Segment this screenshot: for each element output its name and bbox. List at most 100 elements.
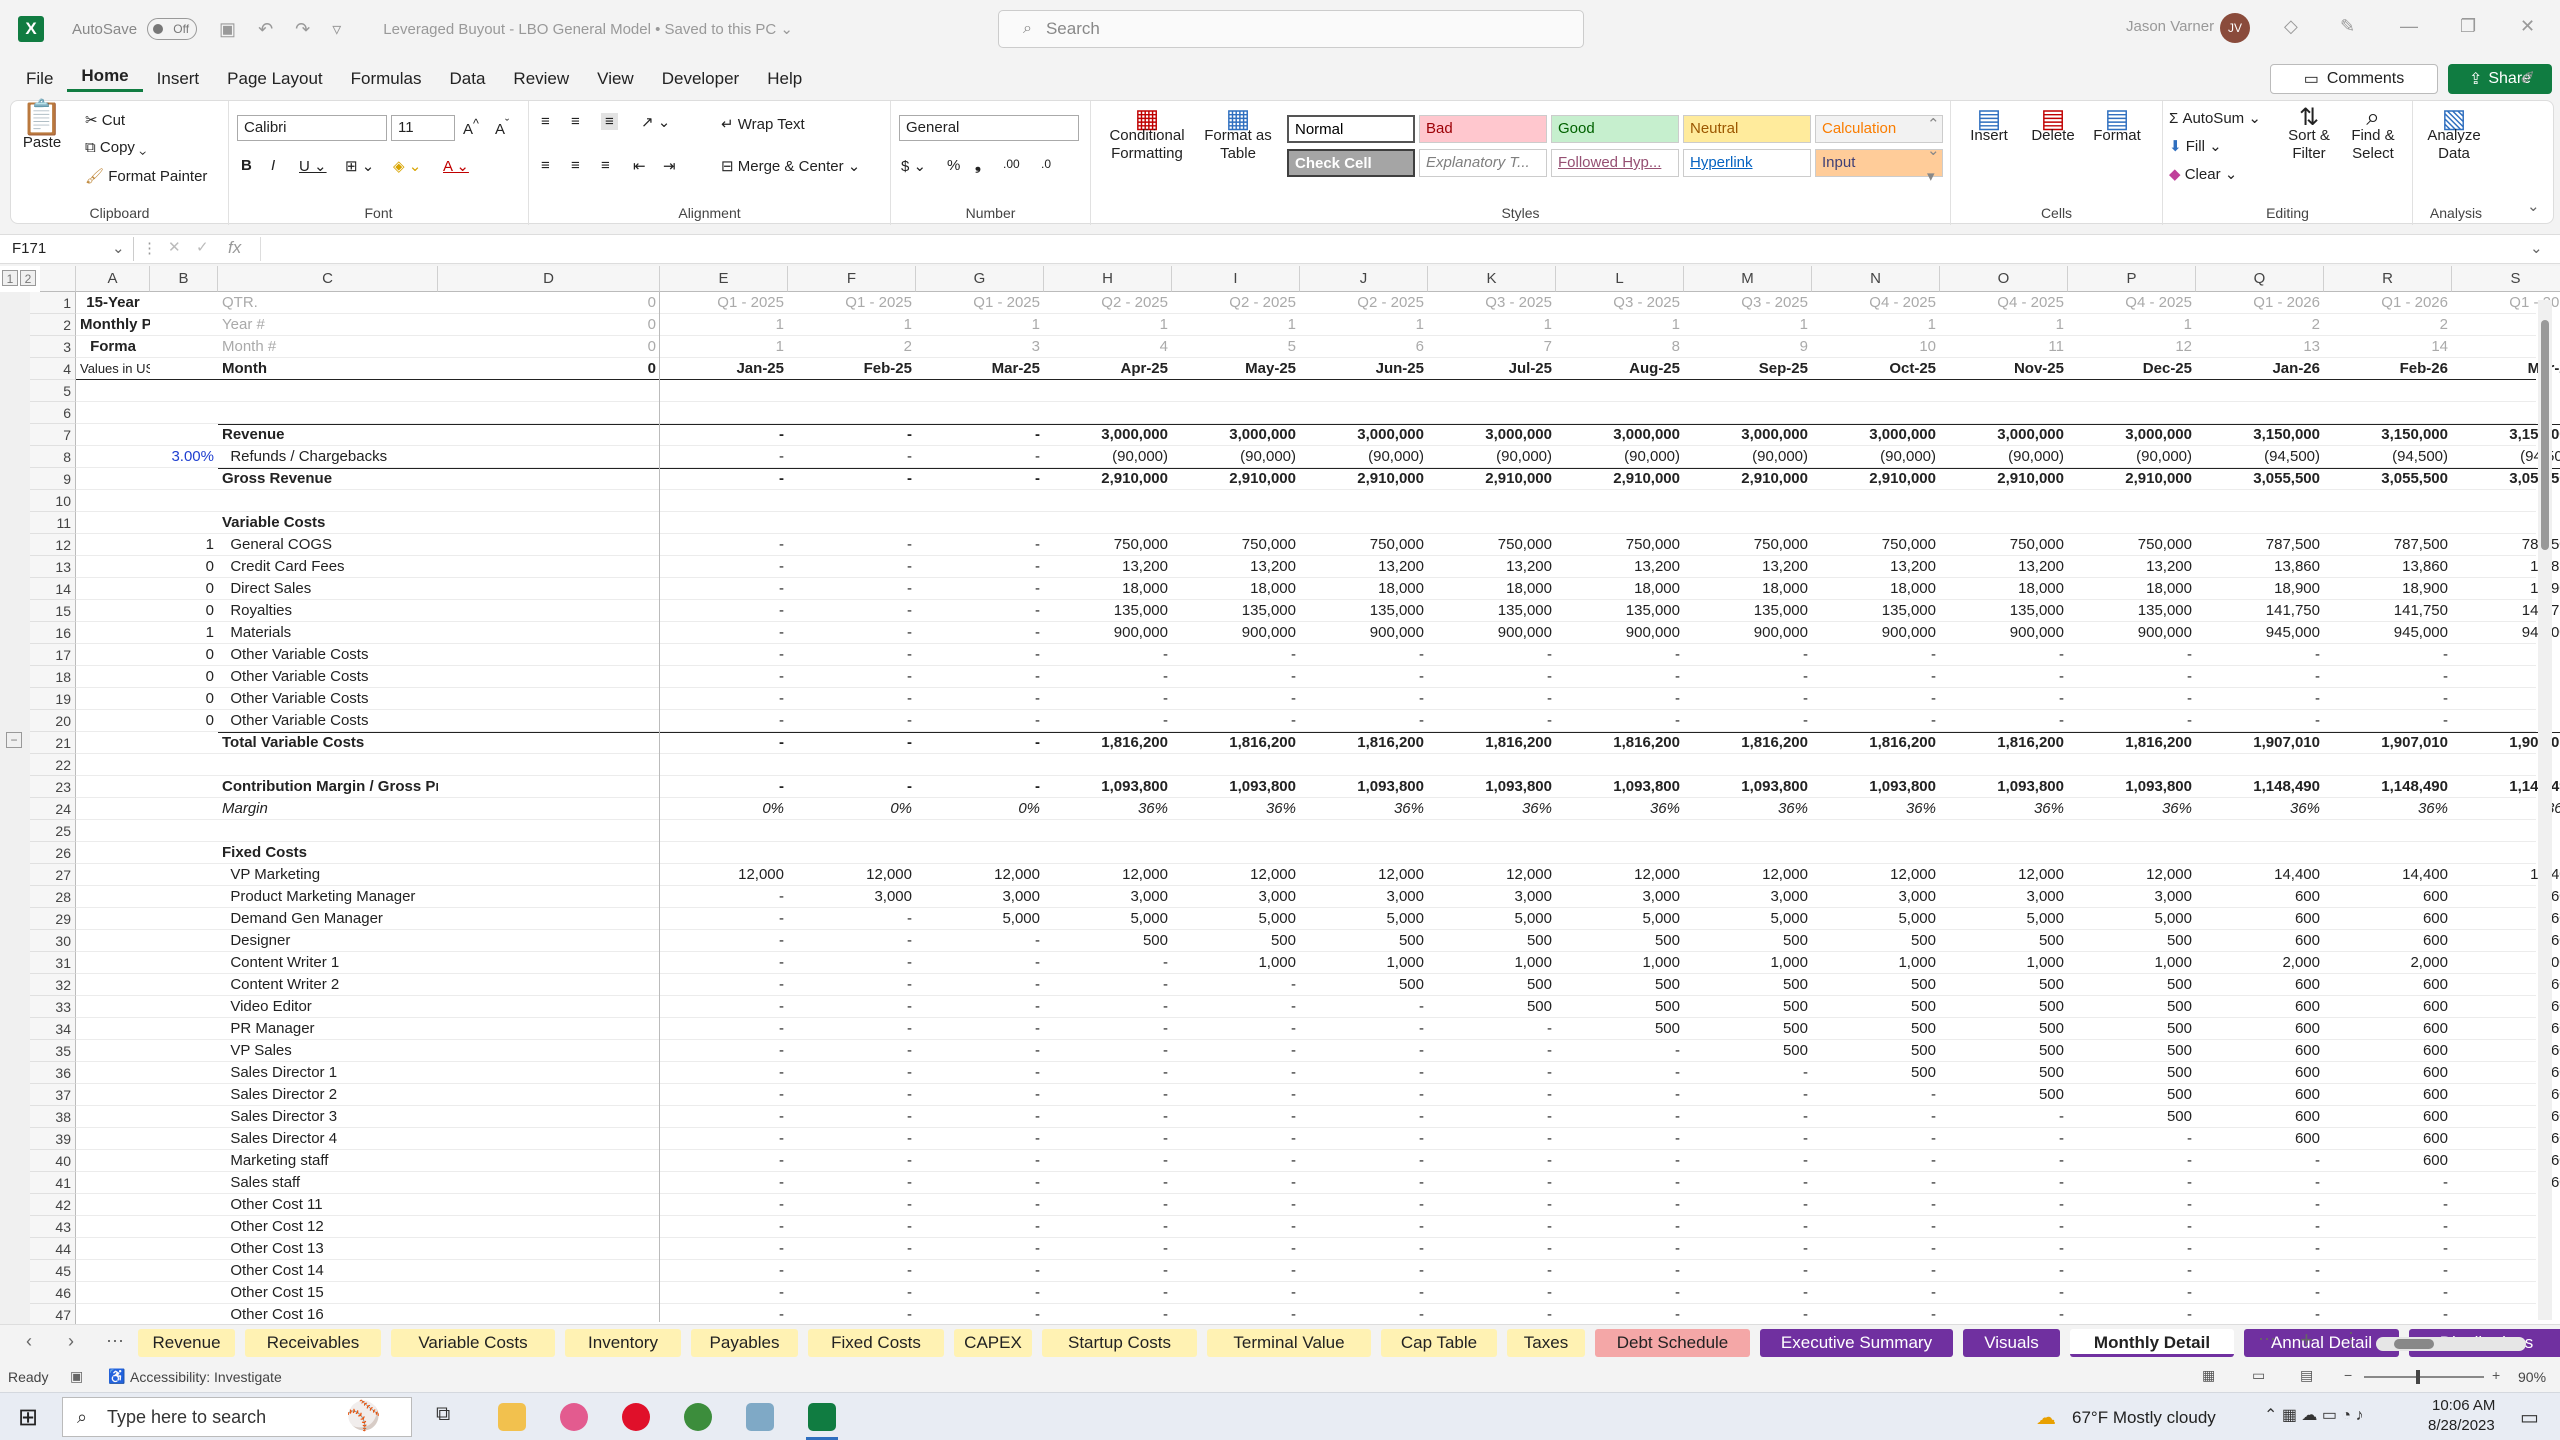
value-cell[interactable]: - <box>1044 688 1172 710</box>
row-header[interactable]: 23 <box>30 776 76 798</box>
value-cell[interactable]: - <box>1556 644 1684 666</box>
value-cell[interactable]: 135,000 <box>1556 600 1684 622</box>
value-cell[interactable]: - <box>1300 1304 1428 1324</box>
driver-value[interactable]: 0 <box>150 710 218 732</box>
value-cell[interactable]: - <box>2196 1194 2324 1216</box>
value-cell[interactable]: 900,000 <box>1940 622 2068 644</box>
value-cell[interactable]: 36% <box>2196 798 2324 820</box>
value-cell[interactable]: 1,148,490 <box>2196 776 2324 798</box>
clock-time[interactable]: 10:06 AM <box>2432 1397 2495 1414</box>
page-layout-view-icon[interactable]: ▭ <box>2252 1367 2265 1384</box>
value-cell[interactable]: - <box>788 952 916 974</box>
cell-style-good[interactable]: Good <box>1551 115 1679 143</box>
period-header[interactable]: 5 <box>1172 336 1300 358</box>
value-cell[interactable]: 500 <box>1812 1018 1940 1040</box>
value-cell[interactable]: - <box>2196 1260 2324 1282</box>
format-as-table-button[interactable]: ▦ Format as Table <box>1201 105 1275 163</box>
value-cell[interactable]: 135,000 <box>1812 600 1940 622</box>
value-cell[interactable]: 5,000 <box>1556 908 1684 930</box>
value-cell[interactable]: 750,000 <box>1300 534 1428 556</box>
tray-icons[interactable]: ⌃ ▦ ☁ ▭ ◔ ♪ <box>2264 1405 2364 1425</box>
value-cell[interactable]: 900,000 <box>1556 622 1684 644</box>
value-cell[interactable]: - <box>1940 1194 2068 1216</box>
align-top-icon[interactable]: ≡ <box>541 113 550 130</box>
menu-home[interactable]: Home <box>67 66 143 92</box>
row-header[interactable]: 14 <box>30 578 76 600</box>
value-cell[interactable]: - <box>660 886 788 908</box>
value-cell[interactable]: 3,000,000 <box>1044 424 1172 446</box>
value-cell[interactable]: 5,000 <box>1172 908 1300 930</box>
windows-start-icon[interactable]: ⊞ <box>18 1403 38 1432</box>
value-cell[interactable]: 600 <box>2324 1040 2452 1062</box>
header-label[interactable]: Year # <box>218 314 438 336</box>
header-label[interactable]: Monthly Pro- <box>76 314 150 336</box>
delete-cells-button[interactable]: ▤ Delete <box>2023 105 2083 145</box>
row-label[interactable]: Direct Sales <box>218 578 438 600</box>
value-cell[interactable]: - <box>916 1304 1044 1324</box>
value-cell[interactable]: 3,000,000 <box>2068 424 2196 446</box>
zoom-slider[interactable] <box>2364 1370 2484 1384</box>
font-name-select[interactable]: Calibri <box>237 115 387 141</box>
value-cell[interactable]: - <box>1172 974 1300 996</box>
value-cell[interactable]: - <box>2196 1150 2324 1172</box>
value-cell[interactable]: - <box>1684 1172 1812 1194</box>
value-cell[interactable]: - <box>1684 1084 1812 1106</box>
value-cell[interactable]: - <box>788 1216 916 1238</box>
value-cell[interactable]: - <box>916 1238 1044 1260</box>
value-cell[interactable]: 500 <box>2068 1084 2196 1106</box>
value-cell[interactable]: - <box>660 688 788 710</box>
value-cell[interactable]: 13,200 <box>2068 556 2196 578</box>
value-cell[interactable]: - <box>1940 1106 2068 1128</box>
row-header[interactable]: 2 <box>30 314 76 336</box>
value-cell[interactable]: 600 <box>2196 1062 2324 1084</box>
share-button[interactable]: ⇪ Share <box>2448 64 2552 94</box>
value-cell[interactable]: 750,000 <box>2068 534 2196 556</box>
value-cell[interactable]: - <box>788 666 916 688</box>
value-cell[interactable]: 5,000 <box>1044 908 1172 930</box>
page-break-view-icon[interactable]: ▤ <box>2300 1367 2313 1384</box>
tab-payables[interactable]: Payables <box>691 1329 798 1357</box>
column-header-r[interactable]: R <box>2324 266 2452 292</box>
value-cell[interactable]: - <box>2196 710 2324 732</box>
value-cell[interactable]: - <box>1812 1304 1940 1324</box>
value-cell[interactable]: - <box>1684 1238 1812 1260</box>
row-label[interactable]: Sales Director 2 <box>218 1084 438 1106</box>
tab-scroll-right-icon[interactable]: › <box>68 1331 74 1352</box>
row-label[interactable]: Other Variable Costs <box>218 688 438 710</box>
value-cell[interactable]: (90,000) <box>1556 446 1684 468</box>
value-cell[interactable]: - <box>916 1260 1044 1282</box>
value-cell[interactable]: 36% <box>1812 798 1940 820</box>
value-cell[interactable]: - <box>660 600 788 622</box>
value-cell[interactable]: - <box>660 996 788 1018</box>
period-header[interactable]: 1 <box>1556 314 1684 336</box>
row-header[interactable]: 38 <box>30 1106 76 1128</box>
value-cell[interactable]: 135,000 <box>2068 600 2196 622</box>
value-cell[interactable]: 12,000 <box>1556 864 1684 886</box>
increase-decimal-icon[interactable]: .00 <box>1003 157 1020 171</box>
orientation-icon[interactable]: ↗ ⌄ <box>641 113 670 131</box>
value-cell[interactable]: - <box>788 1128 916 1150</box>
value-cell[interactable]: 13,200 <box>1300 556 1428 578</box>
value-cell[interactable]: - <box>660 1040 788 1062</box>
row-header[interactable]: 12 <box>30 534 76 556</box>
row-label[interactable]: Other Variable Costs <box>218 710 438 732</box>
value-cell[interactable]: 500 <box>2068 1062 2196 1084</box>
row-header[interactable]: 9 <box>30 468 76 490</box>
value-cell[interactable]: - <box>660 1106 788 1128</box>
value-cell[interactable]: - <box>1172 1304 1300 1324</box>
value-cell[interactable]: 12,000 <box>1172 864 1300 886</box>
value-cell[interactable]: 600 <box>2324 1062 2452 1084</box>
value-cell[interactable]: - <box>788 1260 916 1282</box>
value-cell[interactable]: - <box>1428 1040 1556 1062</box>
period-header[interactable]: Q2 - 2025 <box>1172 292 1300 314</box>
value-cell[interactable]: - <box>788 534 916 556</box>
row-label[interactable]: Other Cost 16 <box>218 1304 438 1324</box>
notifications-icon[interactable]: ▭ <box>2520 1405 2539 1430</box>
percent-icon[interactable]: % <box>947 157 960 174</box>
tab-debt-schedule[interactable]: Debt Schedule <box>1595 1329 1750 1357</box>
tab-startup-costs[interactable]: Startup Costs <box>1042 1329 1197 1357</box>
period-header[interactable]: 3 <box>916 336 1044 358</box>
value-cell[interactable]: - <box>1812 644 1940 666</box>
diamond-icon[interactable]: ◇ <box>2284 16 2298 37</box>
row-header[interactable]: 1 <box>30 292 76 314</box>
